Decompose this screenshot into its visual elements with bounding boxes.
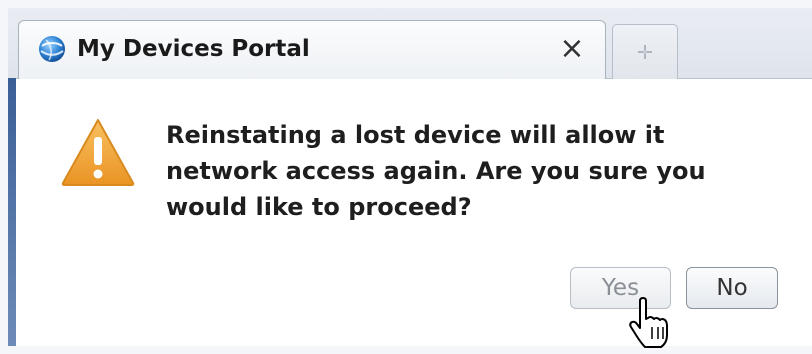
tab-title: My Devices Portal	[77, 36, 310, 62]
new-tab-icon	[638, 45, 652, 59]
confirm-dialog: Reinstating a lost device will allow it …	[16, 79, 812, 348]
globe-icon	[39, 36, 65, 62]
warning-icon	[61, 119, 135, 186]
tab-strip: My Devices Portal ×	[8, 8, 812, 79]
browser-window: My Devices Portal × Reinstating a lost d…	[0, 0, 812, 354]
hand-cursor-icon	[629, 297, 668, 348]
tab-my-devices-portal[interactable]: My Devices Portal ×	[18, 20, 606, 79]
window-left-border	[8, 78, 16, 346]
new-tab-button[interactable]	[612, 24, 678, 79]
close-icon[interactable]: ×	[556, 33, 588, 65]
no-button[interactable]: No	[686, 267, 778, 309]
dialog-message: Reinstating a lost device will allow it …	[166, 121, 706, 221]
